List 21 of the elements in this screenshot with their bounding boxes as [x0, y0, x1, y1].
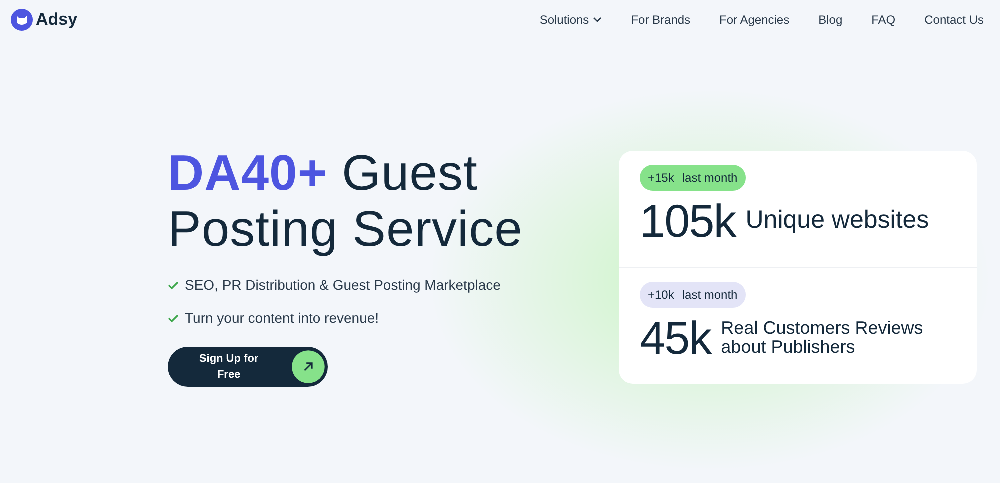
stat-number: 105k [640, 194, 736, 249]
signup-button[interactable]: Sign Up for Free [168, 347, 328, 387]
nav-link[interactable]: For Brands [631, 11, 691, 29]
nav-link[interactable]: FAQ [872, 11, 896, 29]
stat-label: Real Customers Reviews about Publishers [721, 319, 924, 357]
chevron-down-icon [593, 17, 602, 23]
stat-label: Unique websites [746, 205, 930, 236]
feature-text: SEO, PR Distribution & Guest Posting Marketplace [185, 276, 501, 295]
hero-title: DA40+ Guest Posting Service [168, 145, 524, 257]
nav-link[interactable]: For Agencies [720, 11, 790, 29]
check-icon [168, 281, 179, 290]
feature-text: Turn your content into revenue! [185, 309, 380, 328]
nav-link[interactable]: Contact Us [924, 11, 984, 29]
logo-text[interactable]: Adsy [36, 7, 78, 33]
nav-link[interactable]: Solutions [540, 11, 602, 29]
stat-badge: +10k last month [640, 282, 746, 308]
owl-logo-icon [11, 9, 33, 31]
stat-badge: +15k last month [640, 165, 746, 191]
stat-number: 45k [640, 311, 712, 366]
nav-link[interactable]: Blog [818, 11, 843, 29]
check-icon [168, 314, 179, 323]
